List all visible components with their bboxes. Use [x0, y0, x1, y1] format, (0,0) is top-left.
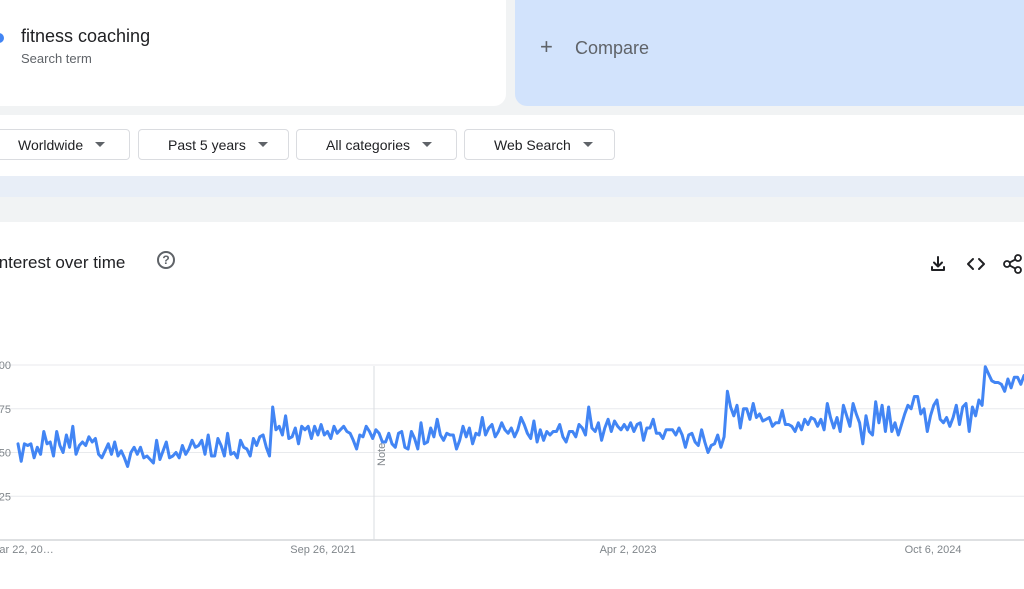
x-tick-label: Mar 22, 20… [0, 544, 54, 556]
compare-button[interactable]: + Compare [515, 0, 1024, 106]
search-type-filter-label: Web Search [494, 136, 571, 153]
x-tick-label: Sep 26, 2021 [290, 544, 355, 556]
y-tick-label: 25 [0, 491, 11, 503]
interest-line-chart: Note 100 75 50 25 Mar 22, 20… Sep 26, 2021 Ap… [0, 360, 1024, 556]
x-tick-label: Apr 2, 2023 [600, 544, 657, 556]
spacer-band [0, 197, 1024, 221]
x-tick-label: Oct 6, 2024 [905, 544, 962, 556]
series-line-fitness-coaching [16, 365, 1024, 468]
filter-bar: Worldwide Past 5 years All categories We… [0, 115, 1024, 176]
category-filter-label: All categories [326, 136, 411, 153]
chevron-down-icon [582, 142, 593, 147]
search-type-filter-dropdown[interactable]: Web Search [464, 129, 615, 160]
time-range-filter-dropdown[interactable]: Past 5 years [138, 129, 289, 160]
y-tick-label: 50 [0, 448, 11, 460]
plus-icon: + [540, 34, 553, 59]
search-term-name[interactable]: fitness coaching [21, 26, 150, 47]
search-term-subtitle: Search term [21, 51, 92, 66]
y-tick-label: 100 [0, 360, 11, 372]
category-filter-dropdown[interactable]: All categories [296, 129, 457, 160]
compare-label: Compare [575, 38, 650, 58]
region-filter-dropdown[interactable]: Worldwide [0, 129, 130, 160]
region-filter-label: Worldwide [18, 136, 84, 153]
term-color-dot [0, 33, 4, 43]
y-tick-label: 75 [0, 404, 11, 416]
chevron-down-icon [95, 142, 106, 147]
search-term-card[interactable]: fitness coaching Search term [0, 0, 506, 106]
chevron-down-icon [257, 142, 268, 147]
time-range-filter-label: Past 5 years [168, 136, 246, 153]
chevron-down-icon [422, 142, 433, 147]
interest-over-time-card: Interest over time ? Note 100755025 Mar … [0, 222, 1024, 589]
divider-band [0, 176, 1024, 197]
note-marker-label[interactable]: Note [376, 443, 388, 466]
